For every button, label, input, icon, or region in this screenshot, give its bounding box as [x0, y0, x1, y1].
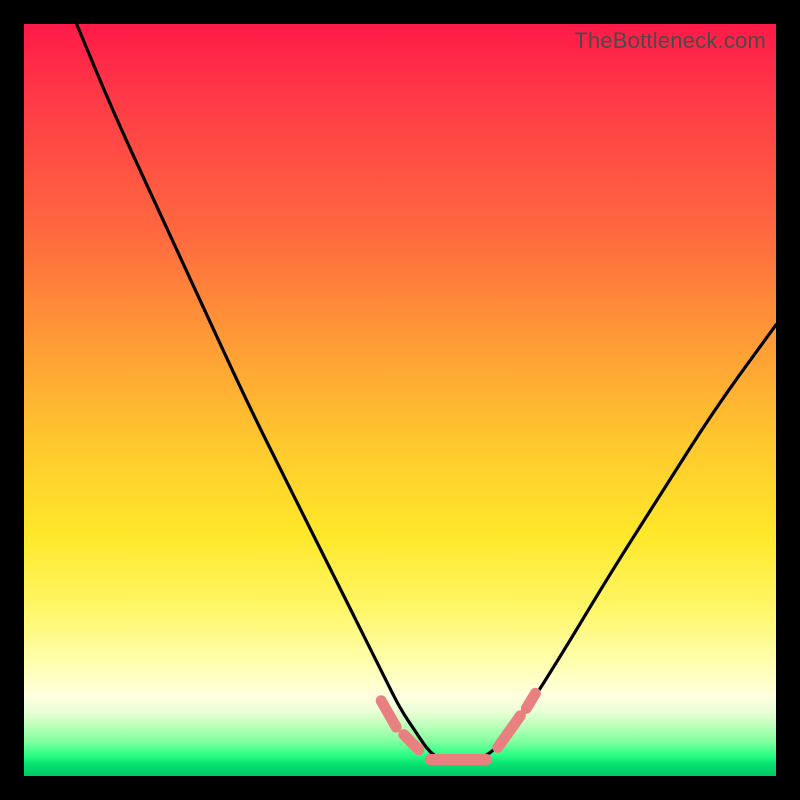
curve-path	[77, 24, 776, 761]
optimal-marker	[498, 716, 521, 748]
optimal-marker	[526, 693, 535, 708]
optimal-marker	[381, 701, 396, 727]
bottleneck-curve	[24, 24, 776, 776]
optimal-range-markers	[381, 693, 535, 759]
optimal-marker	[404, 735, 419, 750]
chart-frame: TheBottleneck.com	[24, 24, 776, 776]
watermark-text: TheBottleneck.com	[574, 28, 766, 54]
